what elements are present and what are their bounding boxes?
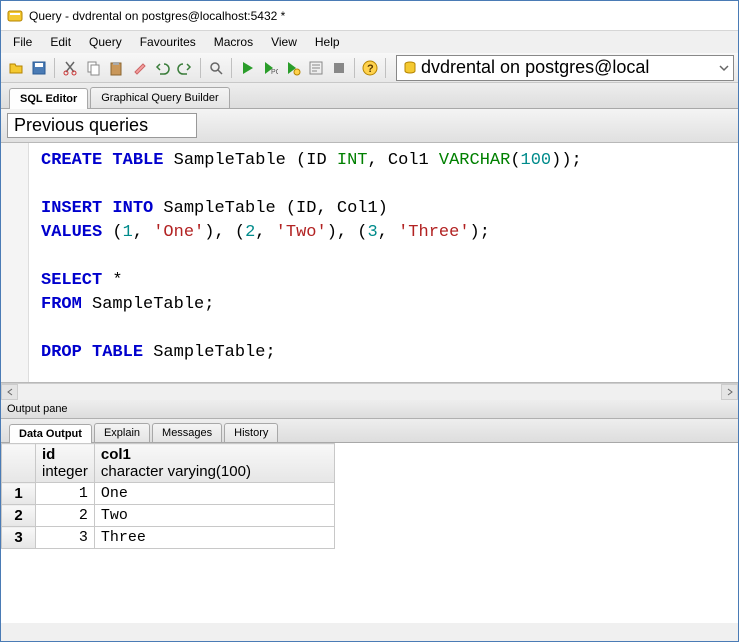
- editor-scrollbar[interactable]: [1, 383, 738, 400]
- cut-button[interactable]: [59, 57, 81, 79]
- clear-button[interactable]: [128, 57, 150, 79]
- separator: [354, 58, 355, 78]
- cell-id[interactable]: 2: [36, 505, 95, 527]
- previous-queries-bar: Previous queries: [1, 109, 738, 143]
- menu-file[interactable]: File: [5, 33, 40, 51]
- corner-cell: [2, 444, 36, 483]
- separator: [200, 58, 201, 78]
- cell-col1[interactable]: Three: [94, 527, 334, 549]
- menu-query[interactable]: Query: [81, 33, 130, 51]
- table-row[interactable]: 1 1 One: [2, 483, 335, 505]
- separator: [231, 58, 232, 78]
- tab-sql-editor[interactable]: SQL Editor: [9, 88, 88, 109]
- undo-button[interactable]: [151, 57, 173, 79]
- table-row[interactable]: 2 2 Two: [2, 505, 335, 527]
- paste-button[interactable]: [105, 57, 127, 79]
- save-button[interactable]: [28, 57, 50, 79]
- menu-view[interactable]: View: [263, 33, 305, 51]
- row-number[interactable]: 3: [2, 527, 36, 549]
- col-name: id: [42, 446, 55, 463]
- chevron-down-icon: [719, 63, 729, 73]
- svg-text:?: ?: [367, 63, 374, 75]
- database-icon: [403, 61, 417, 75]
- output-tabstrip: Data Output Explain Messages History: [1, 419, 738, 443]
- result-table: id integer col1 character varying(100) 1…: [1, 443, 335, 549]
- cell-id[interactable]: 3: [36, 527, 95, 549]
- menu-favourites[interactable]: Favourites: [132, 33, 204, 51]
- menu-help[interactable]: Help: [307, 33, 348, 51]
- find-button[interactable]: [205, 57, 227, 79]
- tab-data-output[interactable]: Data Output: [9, 424, 92, 443]
- window-title: Query - dvdrental on postgres@localhost:…: [29, 9, 285, 23]
- cell-col1[interactable]: Two: [94, 505, 334, 527]
- svg-text:PG: PG: [271, 69, 278, 76]
- col-type: character varying(100): [101, 463, 328, 480]
- separator: [385, 58, 386, 78]
- sql-text[interactable]: CREATE TABLE SampleTable (ID INT, Col1 V…: [1, 143, 738, 371]
- previous-queries-combo[interactable]: Previous queries: [7, 113, 197, 138]
- help-button[interactable]: ?: [359, 57, 381, 79]
- connection-label: dvdrental on postgres@local: [421, 57, 649, 78]
- redo-button[interactable]: [174, 57, 196, 79]
- cell-col1[interactable]: One: [94, 483, 334, 505]
- sql-editor[interactable]: CREATE TABLE SampleTable (ID INT, Col1 V…: [1, 143, 738, 383]
- output-pane-header: Output pane: [1, 400, 738, 419]
- col-name: col1: [101, 446, 131, 463]
- editor-tabstrip: SQL Editor Graphical Query Builder: [1, 83, 738, 109]
- table-row[interactable]: 3 3 Three: [2, 527, 335, 549]
- separator: [54, 58, 55, 78]
- toolbar: PG ? dvdrental on postgres@local: [1, 53, 738, 83]
- menu-macros[interactable]: Macros: [206, 33, 261, 51]
- run-pgscript-button[interactable]: PG: [259, 57, 281, 79]
- run-button[interactable]: [236, 57, 258, 79]
- result-grid[interactable]: id integer col1 character varying(100) 1…: [1, 443, 738, 623]
- stop-button[interactable]: [328, 57, 350, 79]
- connection-combo[interactable]: dvdrental on postgres@local: [396, 55, 734, 81]
- tab-explain[interactable]: Explain: [94, 423, 150, 442]
- col-type: integer: [42, 463, 88, 480]
- tab-history[interactable]: History: [224, 423, 278, 442]
- menubar: File Edit Query Favourites Macros View H…: [1, 31, 738, 53]
- titlebar: Query - dvdrental on postgres@localhost:…: [1, 1, 738, 31]
- col-header-id[interactable]: id integer: [36, 444, 95, 483]
- row-number[interactable]: 2: [2, 505, 36, 527]
- app-icon: [7, 8, 23, 24]
- scroll-right-icon[interactable]: [721, 384, 738, 400]
- tab-graphical-builder[interactable]: Graphical Query Builder: [90, 87, 229, 108]
- editor-gutter: [1, 143, 29, 382]
- open-button[interactable]: [5, 57, 27, 79]
- col-header-col1[interactable]: col1 character varying(100): [94, 444, 334, 483]
- scroll-left-icon[interactable]: [1, 384, 18, 400]
- run-single-button[interactable]: [282, 57, 304, 79]
- copy-button[interactable]: [82, 57, 104, 79]
- cell-id[interactable]: 1: [36, 483, 95, 505]
- menu-edit[interactable]: Edit: [42, 33, 79, 51]
- tab-messages[interactable]: Messages: [152, 423, 222, 442]
- row-number[interactable]: 1: [2, 483, 36, 505]
- explain-button[interactable]: [305, 57, 327, 79]
